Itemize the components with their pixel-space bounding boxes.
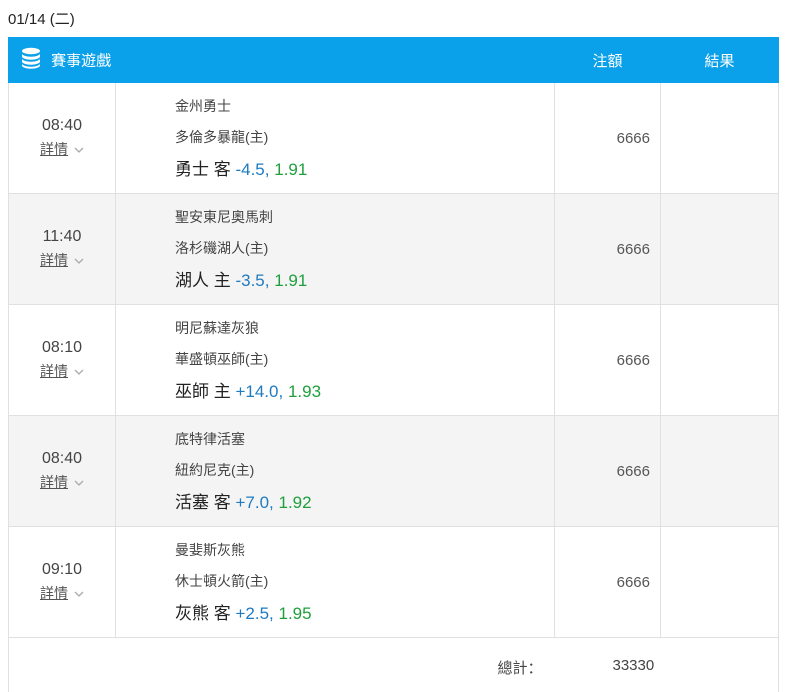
table-header: 賽事遊戲 注額 結果: [8, 37, 779, 83]
match-time: 09:10: [41, 561, 83, 578]
table-row: 08:10 詳情 明尼蘇達灰狼 華盛頓巫師(主) 巫師 主 +14.0, 1.9…: [8, 304, 779, 416]
chevron-down-icon: [74, 478, 84, 490]
detail-link[interactable]: 詳情: [40, 363, 84, 379]
bet-team: 活塞 客: [175, 493, 231, 512]
result-column-header: 結果: [660, 37, 779, 83]
bet-team: 勇士 客: [175, 160, 231, 179]
bet-line: 勇士 客 -4.5, 1.91: [175, 155, 554, 185]
time-cell: 09:10 詳情: [8, 526, 116, 638]
bet-team: 灰熊 客: [175, 604, 231, 623]
total-value: 33330: [612, 656, 655, 674]
match-cell: 金州勇士 多倫多暴龍(主) 勇士 客 -4.5, 1.91: [115, 82, 555, 194]
handicap-value: -3.5,: [235, 271, 270, 290]
table-row: 08:40 詳情 底特律活塞 紐約尼克(主) 活塞 客 +7.0, 1.92 6…: [8, 415, 779, 527]
detail-link[interactable]: 詳情: [40, 585, 84, 601]
bet-line: 湖人 主 -3.5, 1.91: [175, 266, 554, 296]
match-cell: 底特律活塞 紐約尼克(主) 活塞 客 +7.0, 1.92: [115, 415, 555, 527]
result-cell: [660, 415, 779, 527]
time-cell: 08:40 詳情: [8, 82, 116, 194]
table-row: 11:40 詳情 聖安東尼奧馬刺 洛杉磯湖人(主) 湖人 主 -3.5, 1.9…: [8, 193, 779, 305]
detail-label: 詳情: [40, 585, 68, 601]
detail-link[interactable]: 詳情: [40, 474, 84, 490]
time-cell: 08:10 詳情: [8, 304, 116, 416]
handicap-value: +14.0,: [235, 382, 284, 401]
match-time: 08:40: [41, 117, 83, 134]
detail-label: 詳情: [40, 363, 68, 379]
time-cell: 11:40 詳情: [8, 193, 116, 305]
handicap-value: +7.0,: [235, 493, 274, 512]
handicap-value: +2.5,: [235, 604, 274, 623]
detail-link[interactable]: 詳情: [40, 141, 84, 157]
odds-value: 1.91: [274, 271, 308, 290]
table-row: 08:40 詳情 金州勇士 多倫多暴龍(主) 勇士 客 -4.5, 1.91 6…: [8, 82, 779, 194]
handicap-value: -4.5,: [235, 160, 270, 179]
chevron-down-icon: [74, 145, 84, 157]
result-cell: [660, 526, 779, 638]
bet-amount: 6666: [554, 82, 661, 194]
away-team: 金州勇士: [175, 98, 231, 114]
away-team: 明尼蘇達灰狼: [175, 320, 259, 336]
game-header-label: 賽事遊戲: [51, 52, 112, 70]
home-team: 多倫多暴龍(主): [175, 129, 269, 145]
result-cell: [660, 193, 779, 305]
match-cell: 聖安東尼奧馬刺 洛杉磯湖人(主) 湖人 主 -3.5, 1.91: [115, 193, 555, 305]
chevron-down-icon: [74, 367, 84, 379]
match-cell: 明尼蘇達灰狼 華盛頓巫師(主) 巫師 主 +14.0, 1.93: [115, 304, 555, 416]
chevron-down-icon: [74, 589, 84, 601]
total-label: 總計：: [497, 659, 543, 677]
home-team: 休士頓火箭(主): [175, 573, 269, 589]
result-cell: [660, 304, 779, 416]
database-icon: [21, 47, 41, 73]
table-row: 09:10 詳情 曼婓斯灰熊 休士頓火箭(主) 灰熊 客 +2.5, 1.95 …: [8, 526, 779, 638]
away-team: 底特律活塞: [175, 431, 245, 447]
detail-label: 詳情: [40, 474, 68, 490]
detail-label: 詳情: [40, 141, 68, 157]
odds-value: 1.92: [278, 493, 312, 512]
bet-amount: 6666: [554, 415, 661, 527]
odds-value: 1.93: [287, 382, 322, 401]
date-title: 01/14 (二): [8, 11, 75, 28]
match-cell: 曼婓斯灰熊 休士頓火箭(主) 灰熊 客 +2.5, 1.95: [115, 526, 555, 638]
bet-line: 活塞 客 +7.0, 1.92: [175, 488, 554, 518]
home-team: 紐約尼克(主): [175, 462, 255, 478]
away-team: 聖安東尼奧馬刺: [175, 209, 273, 225]
odds-value: 1.91: [274, 160, 308, 179]
bet-column-header: 注額: [554, 37, 661, 83]
total-row: 總計： 33330: [8, 637, 779, 692]
away-team: 曼婓斯灰熊: [175, 542, 245, 558]
result-cell: [660, 82, 779, 194]
match-time: 11:40: [42, 228, 82, 245]
bet-line: 巫師 主 +14.0, 1.93: [175, 377, 554, 407]
bet-line: 灰熊 客 +2.5, 1.95: [175, 599, 554, 629]
match-time: 08:10: [41, 339, 83, 356]
detail-link[interactable]: 詳情: [40, 252, 84, 268]
chevron-down-icon: [74, 256, 84, 268]
match-time: 08:40: [41, 450, 83, 467]
detail-label: 詳情: [40, 252, 68, 268]
bet-team: 巫師 主: [175, 382, 231, 401]
home-team: 華盛頓巫師(主): [175, 351, 269, 367]
time-cell: 08:40 詳情: [8, 415, 116, 527]
bet-team: 湖人 主: [175, 271, 231, 290]
game-column-header: 賽事遊戲: [8, 37, 555, 83]
bet-amount: 6666: [554, 526, 661, 638]
odds-value: 1.95: [278, 604, 312, 623]
home-team: 洛杉磯湖人(主): [175, 240, 269, 256]
bet-amount: 6666: [554, 304, 661, 416]
bets-table: 賽事遊戲 注額 結果 08:40 詳情 金州勇士 多倫多暴龍(主) 勇士 客 -…: [8, 37, 779, 692]
bet-amount: 6666: [554, 193, 661, 305]
